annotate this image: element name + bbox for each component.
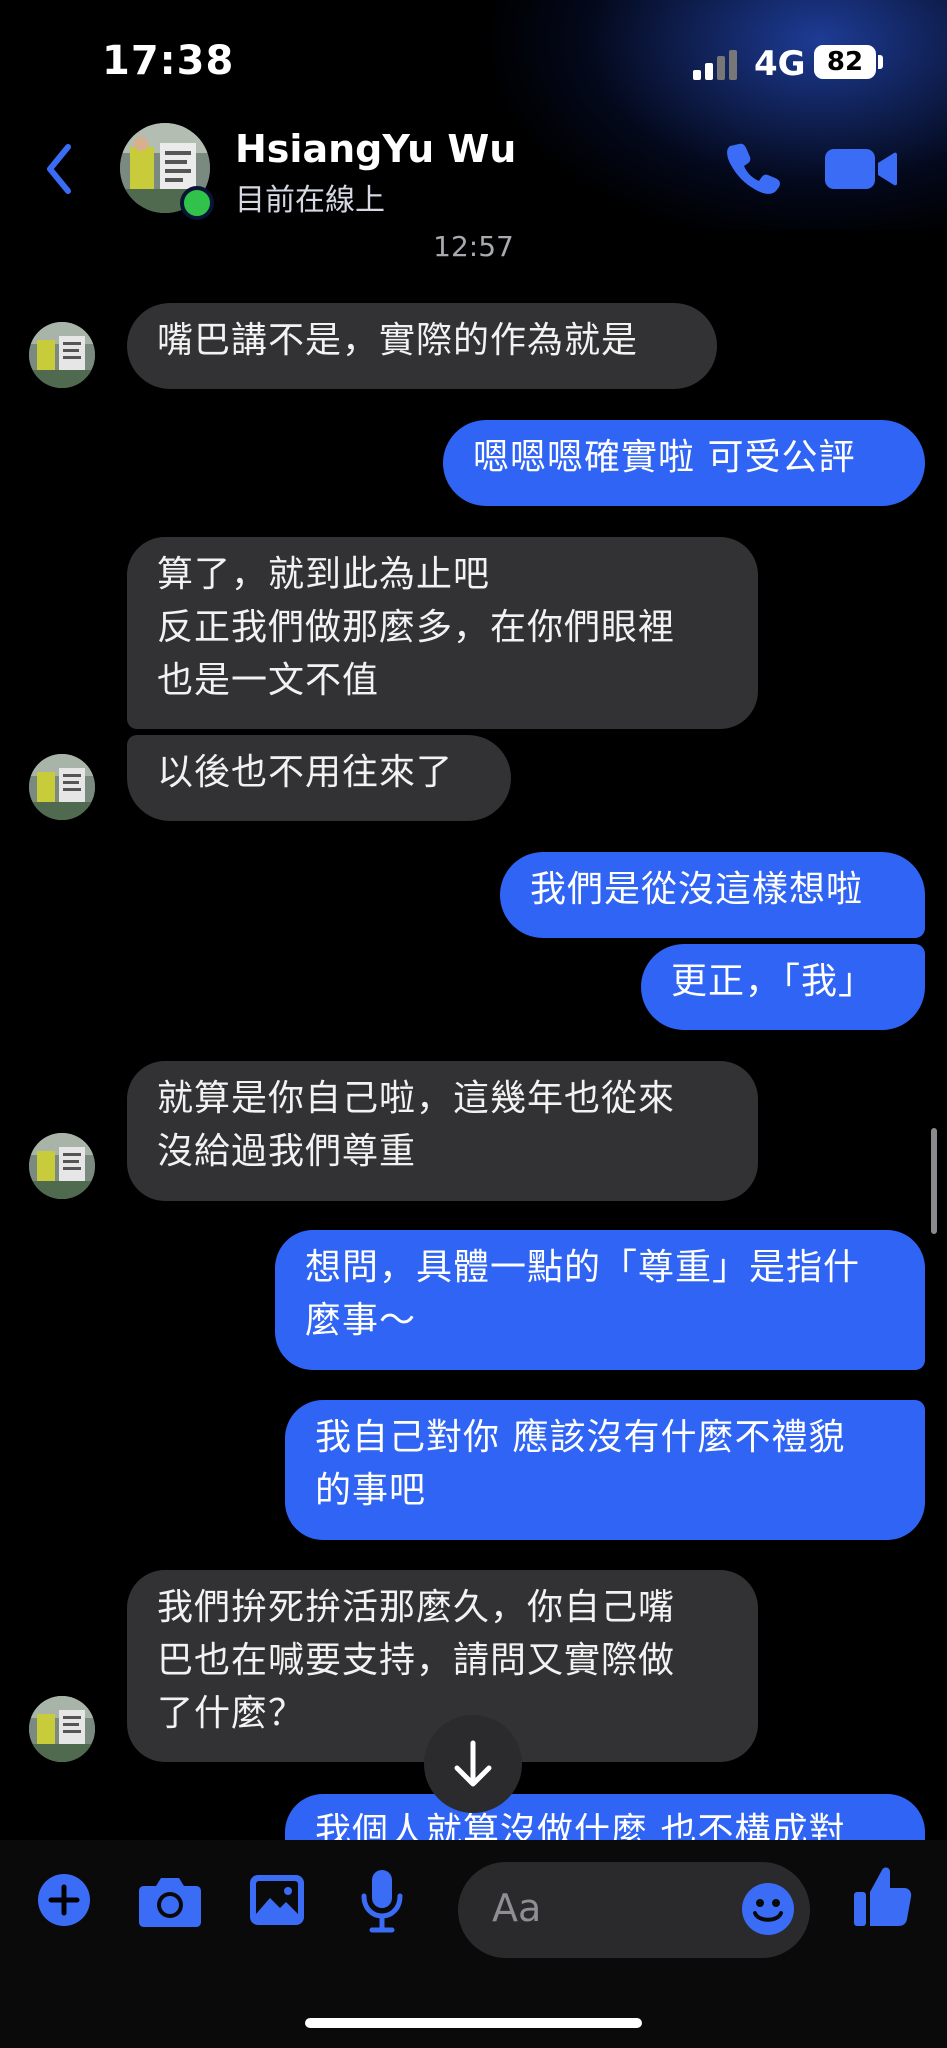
emoji-button[interactable] <box>740 1881 796 1937</box>
contact-name[interactable]: HsiangYu Wu <box>235 127 516 171</box>
video-call-button[interactable] <box>825 145 897 193</box>
outgoing-message[interactable]: 我個人就算沒做什麼 也不構成對 <box>285 1794 925 1840</box>
gallery-icon <box>250 1875 304 1925</box>
online-indicator <box>180 186 214 220</box>
microphone-icon <box>361 1870 403 1933</box>
back-chevron-icon <box>47 144 71 194</box>
contact-avatar-small[interactable] <box>29 322 95 388</box>
message-list[interactable]: 12:57 嘴巴講不是，實際的作為就是 嗯嗯嗯確實啦 可受公評 算了，就到此為止… <box>0 0 947 1840</box>
outgoing-message[interactable]: 嗯嗯嗯確實啦 可受公評 <box>443 420 925 506</box>
message-input[interactable]: Aa <box>458 1862 810 1958</box>
voice-message-button[interactable] <box>360 1868 404 1934</box>
scrollbar[interactable] <box>931 1128 937 1234</box>
emoji-icon <box>742 1883 794 1935</box>
status-time: 17:38 <box>102 38 235 84</box>
contact-avatar-small[interactable] <box>29 1133 95 1199</box>
composer-bar: Aa <box>0 1840 947 2048</box>
contact-avatar-small[interactable] <box>29 1696 95 1762</box>
plus-icon <box>38 1874 90 1926</box>
conversation-header: HsiangYu Wu 目前在線上 <box>0 115 947 235</box>
outgoing-message[interactable]: 我們是從沒這樣想啦 <box>500 852 925 938</box>
thumbs-up-icon <box>854 1867 912 1926</box>
incoming-message[interactable]: 算了，就到此為止吧 反正我們做那麼多，在你們眼裡 也是一文不值 <box>127 537 758 729</box>
signal-strength-icon <box>693 50 737 80</box>
contact-avatar-small[interactable] <box>29 754 95 820</box>
arrow-down-icon <box>454 1740 492 1787</box>
network-type: 4G <box>754 44 806 84</box>
contact-status: 目前在線上 <box>235 183 385 218</box>
battery-icon: 82 <box>814 45 876 79</box>
status-bar: 17:38 4G 82 <box>0 0 947 110</box>
battery-cap <box>878 55 883 69</box>
outgoing-message[interactable]: 想問，具體一點的「尊重」是指什 麼事～ <box>275 1230 925 1370</box>
more-actions-button[interactable] <box>36 1872 92 1928</box>
back-button[interactable] <box>40 139 80 199</box>
incoming-message[interactable]: 以後也不用往來了 <box>127 735 511 821</box>
incoming-message[interactable]: 就算是你自己啦，這幾年也從來 沒給過我們尊重 <box>127 1061 758 1201</box>
camera-button[interactable] <box>138 1872 202 1928</box>
message-input-placeholder: Aa <box>492 1886 542 1930</box>
gallery-button[interactable] <box>248 1872 306 1928</box>
outgoing-message[interactable]: 更正，「我」 <box>641 944 925 1030</box>
video-camera-icon <box>825 149 897 189</box>
phone-icon <box>727 143 780 194</box>
outgoing-message[interactable]: 我自己對你 應該沒有什麼不禮貌 的事吧 <box>285 1400 925 1540</box>
home-indicator <box>305 2018 642 2028</box>
like-button[interactable] <box>852 1864 912 1928</box>
voice-call-button[interactable] <box>725 140 781 196</box>
incoming-message[interactable]: 嘴巴講不是，實際的作為就是 <box>127 303 717 389</box>
camera-icon <box>139 1878 201 1927</box>
scroll-to-bottom-button[interactable] <box>424 1715 522 1813</box>
